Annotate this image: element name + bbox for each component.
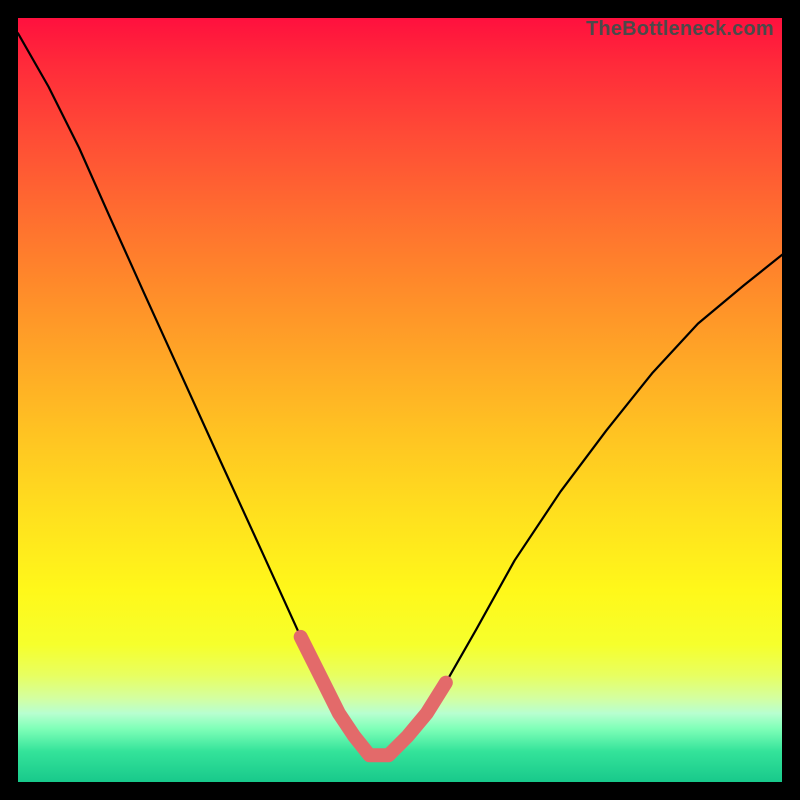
chart-svg (18, 18, 782, 782)
plot-area: TheBottleneck.com (18, 18, 782, 782)
optimal-zone-path (301, 637, 446, 755)
bottleneck-curve-path (18, 33, 782, 755)
chart-stage: TheBottleneck.com (0, 0, 800, 800)
